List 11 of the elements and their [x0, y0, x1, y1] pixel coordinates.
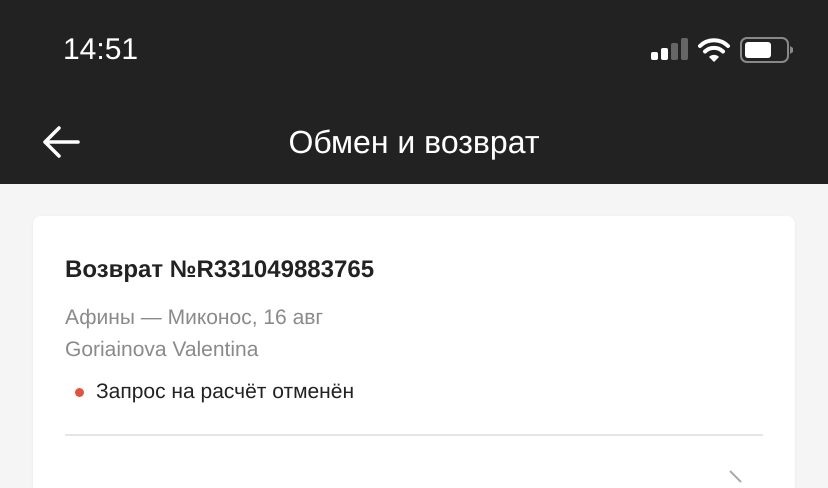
return-title: Возврат №R331049883765 [65, 256, 376, 284]
status-time: 14:51 [63, 33, 138, 67]
wifi-icon [698, 38, 730, 62]
back-arrow-icon [42, 126, 80, 158]
passenger-name: Goriainova Valentina [65, 337, 260, 363]
signal-icon [651, 38, 688, 62]
status-text: Запрос на расчёт отменён [96, 380, 354, 404]
route-text: Афины — Миконос, 16 авг [65, 305, 324, 331]
page-title: Обмен и возврат [288, 124, 540, 160]
return-card[interactable]: Возврат №R331049883765 Афины — Миконос, 16 авг Goriainova Valentina Запрос на расчёт отменён [33, 216, 795, 488]
battery-icon [740, 37, 794, 63]
